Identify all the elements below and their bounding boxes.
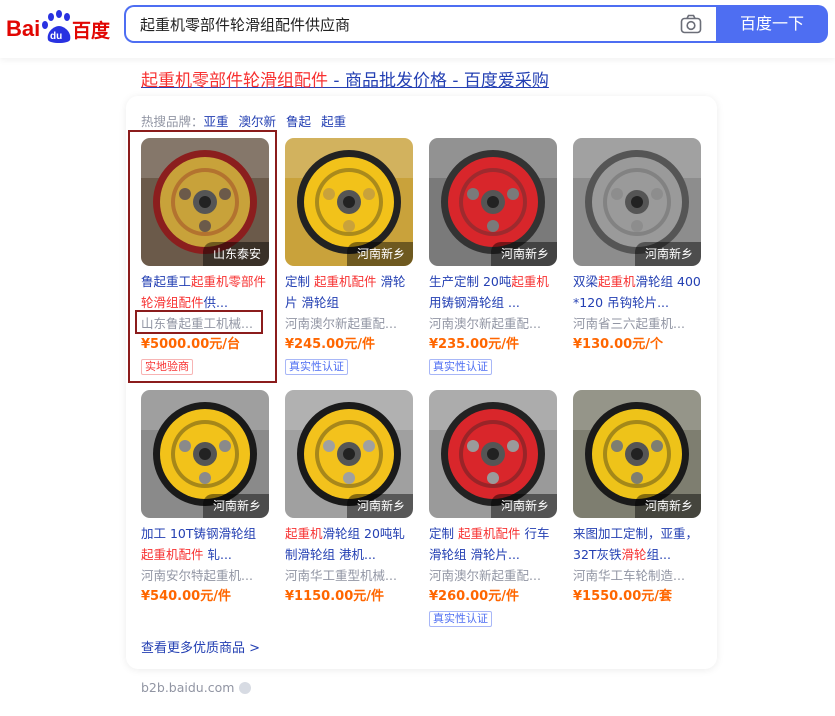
product-name-text: 加工 10T铸钢滑轮组 [141,526,257,541]
product-image-wrap[interactable]: 河南新乡 [573,138,701,266]
svg-text:du: du [50,31,62,42]
annotation-frame-company [135,310,263,334]
product-company[interactable]: 河南省三六起重机... [573,313,701,334]
product-name-text: 轧... [203,547,232,562]
hot-brand-link[interactable]: 亚重 [204,114,229,129]
product-name-highlight: 滑轮 [621,547,647,562]
product-name-text: 用铸钢滑轮组 ... [429,295,520,310]
product-price: ¥540.00元/件 [141,589,231,604]
result-title-rest: - 商品批发价格 - 百度爱采购 [328,71,549,91]
product-price: ¥260.00元/件 [429,589,519,604]
product-item[interactable]: 河南新乡来图加工定制，亚重，32T灰铁滑轮组... 河南华工车轮制造... ¥155… [573,390,701,607]
product-item[interactable]: 河南新乡 加工 10T铸钢滑轮组 起重机配件 轧... 河南安尔特起重机... ¥54… [141,390,269,607]
product-location-badge: 河南新乡 [346,242,413,266]
shield-icon [239,682,252,694]
product-name-link[interactable]: 生产定制 20吨起重机用铸钢滑轮组 ... [429,271,557,313]
product-image-wrap[interactable]: 河南新乡 [573,390,701,518]
product-location-badge: 河南新乡 [634,242,701,266]
product-name-link[interactable]: 起重机滑轮组 20吨轧制滑轮组 港机... [285,523,413,565]
result-title-link[interactable]: 起重机零部件轮滑组配件 - 商品批发价格 - 百度爱采购 [141,66,549,91]
product-location-badge: 河南新乡 [634,494,701,518]
product-image-wrap[interactable]: 河南新乡 [141,390,269,518]
result-title-highlight: 起重机零部件轮滑组配件 [141,71,328,91]
product-name-text: 定制 [429,526,458,541]
more-products-link[interactable]: 查看更多优质商品 > [141,637,260,656]
product-name-link[interactable]: 来图加工定制，亚重，32T灰铁滑轮组... [573,523,701,565]
product-name-link[interactable]: 双梁起重机滑轮组 400*120 吊钩轮片... [573,271,701,313]
product-name-link[interactable]: 定制 起重机配件 行车滑轮组 滑轮片... [429,523,557,565]
product-price: ¥1550.00元/套 [573,589,673,604]
product-name-highlight: 起重机配件 [457,526,521,541]
product-name-highlight: 起重机 [285,526,323,541]
product-image-wrap[interactable]: 河南新乡 [285,138,413,266]
product-name-text: 双梁 [573,274,599,289]
svg-text:百度: 百度 [72,19,110,42]
product-name-text: 生产定制 20吨 [429,274,512,289]
hot-brands: 热搜品牌：亚重 澳尔新 鲁起 起重 [141,111,356,130]
search-button[interactable]: 百度一下 [716,5,828,43]
product-name-highlight: 起重机 [511,274,549,289]
product-location-badge: 河南新乡 [346,494,413,518]
product-name-highlight: 起重机配件 [141,547,204,562]
product-name-link[interactable]: 定制 起重机配件 滑轮片 滑轮组 [285,271,413,313]
product-item[interactable]: 河南新乡 生产定制 20吨起重机用铸钢滑轮组 ... 河南澳尔新起重配... ¥235… [429,138,557,375]
product-company[interactable]: 河南华工重型机械... [285,565,413,586]
product-company[interactable]: 河南安尔特起重机... [141,565,269,586]
product-verification-tag: 真实性认证 [285,359,348,375]
product-image-wrap[interactable]: 河南新乡 [429,138,557,266]
source-domain: b2b.baidu.com [141,680,252,695]
product-company[interactable]: 河南澳尔新起重配... [429,565,557,586]
product-image-wrap[interactable]: 河南新乡 [429,390,557,518]
product-name-highlight: 起重机 [598,274,636,289]
product-verification-tag: 真实性认证 [429,359,492,375]
product-name-highlight: 起重机配件 [313,274,377,289]
product-company[interactable]: 河南华工车轮制造... [573,565,701,586]
product-item[interactable]: 河南新乡定制 起重机配件 滑轮片 滑轮组 河南澳尔新起重配... ¥245.00元/… [285,138,413,375]
product-location-badge: 河南新乡 [490,242,557,266]
product-item[interactable]: 河南新乡定制 起重机配件 行车滑轮组 滑轮片... 河南澳尔新起重配... ¥260… [429,390,557,627]
product-image-wrap[interactable]: 河南新乡 [285,390,413,518]
search-box[interactable] [124,5,716,43]
annotation-frame [128,130,277,383]
product-verification-tag: 真实性认证 [429,611,492,627]
product-price: ¥130.00元/个 [573,337,663,352]
product-location-badge: 河南新乡 [202,494,269,518]
camera-icon[interactable] [680,14,702,34]
product-item[interactable]: 河南新乡双梁起重机滑轮组 400*120 吊钩轮片... 河南省三六起重机... ¥… [573,138,701,355]
top-bar: Bai du 百度 百度一下 [0,0,835,58]
hot-brand-link[interactable]: 鲁起 [286,114,311,129]
product-price: ¥245.00元/件 [285,337,375,352]
hot-brands-label: 热搜品牌： [141,114,204,129]
baidu-logo[interactable]: Bai du 百度 [6,8,110,48]
product-item[interactable]: 河南新乡起重机滑轮组 20吨轧制滑轮组 港机... 河南华工重型机械... ¥115… [285,390,413,607]
hot-brand-link[interactable]: 起重 [321,114,346,129]
source-url: b2b.baidu.com [141,680,235,695]
product-price: ¥1150.00元/件 [285,589,385,604]
product-location-badge: 河南新乡 [490,494,557,518]
product-company[interactable]: 河南澳尔新起重配... [285,313,413,334]
search-input[interactable] [140,7,660,41]
svg-text:Bai: Bai [6,16,40,41]
product-price: ¥235.00元/件 [429,337,519,352]
product-name-link[interactable]: 加工 10T铸钢滑轮组 起重机配件 轧... [141,523,269,565]
hot-brand-link[interactable]: 澳尔新 [239,114,277,129]
product-name-text: 定制 [285,274,314,289]
product-company[interactable]: 河南澳尔新起重配... [429,313,557,334]
product-name-text: 组... [646,547,671,562]
